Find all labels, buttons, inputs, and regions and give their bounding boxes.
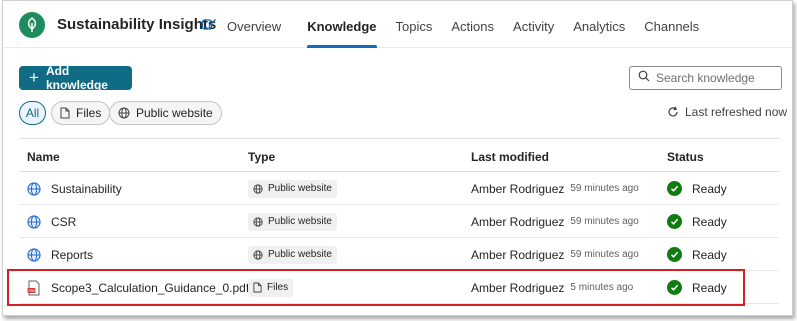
globe-icon — [253, 183, 263, 194]
search-input[interactable] — [656, 71, 776, 85]
name-cell: PDF Scope3_Calculation_Guidance_0.pdf — [27, 271, 249, 304]
filter-public-website-label: Public website — [136, 106, 213, 120]
status-cell: Ready — [667, 271, 727, 304]
globe-icon — [27, 181, 41, 196]
refresh-label: Last refreshed now — [685, 105, 788, 119]
plus-icon: + — [29, 67, 39, 87]
row-name[interactable]: CSR — [51, 215, 76, 229]
column-header-type[interactable]: Type — [248, 150, 275, 164]
row-name[interactable]: Scope3_Calculation_Guidance_0.pdf — [51, 281, 249, 295]
file-icon — [60, 107, 70, 119]
globe-icon — [118, 107, 130, 119]
type-cell: Public website — [248, 205, 337, 238]
name-cell: Sustainability — [27, 172, 122, 205]
svg-text:PDF: PDF — [29, 289, 36, 293]
status-text: Ready — [692, 214, 727, 229]
knowledge-table: Name Type Last modified Status Sustainab… — [19, 138, 779, 304]
add-knowledge-label: Add knowledge — [45, 64, 108, 92]
type-label: Public website — [268, 249, 332, 260]
status-cell: Ready — [667, 205, 727, 238]
tab-analytics[interactable]: Analytics — [573, 1, 625, 48]
checkmark-icon — [667, 280, 682, 295]
type-cell: Files — [248, 271, 294, 304]
tab-topics[interactable]: Topics — [396, 1, 433, 48]
modified-user: Amber Rodriguez — [471, 214, 565, 229]
app-header: Sustainability Insights Overview Knowled… — [3, 1, 792, 48]
checkmark-icon — [667, 181, 682, 196]
type-chip: Public website — [248, 245, 337, 264]
tab-knowledge[interactable]: Knowledge — [307, 1, 377, 48]
search-knowledge-box[interactable] — [629, 66, 782, 90]
globe-icon — [253, 216, 263, 227]
modified-time: 59 minutes ago — [570, 183, 639, 194]
status-text: Ready — [692, 280, 727, 295]
refresh-status[interactable]: Last refreshed now — [667, 105, 787, 119]
file-icon — [253, 282, 262, 293]
type-label: Files — [267, 282, 289, 293]
app-title: Sustainability Insights — [57, 16, 217, 33]
filter-files[interactable]: Files — [51, 101, 111, 125]
refresh-icon — [668, 106, 678, 117]
type-cell: Public website — [248, 172, 337, 205]
type-chip: Files — [248, 278, 294, 297]
filter-all[interactable]: All — [19, 101, 46, 125]
modified-user: Amber Rodriguez — [471, 280, 565, 295]
checkmark-icon — [667, 247, 682, 262]
column-header-status[interactable]: Status — [667, 150, 704, 164]
table-row[interactable]: Sustainability Public website Amber Rodr… — [19, 172, 779, 205]
modified-user: Amber Rodriguez — [471, 181, 565, 196]
type-chip: Public website — [248, 212, 337, 231]
name-cell: CSR — [27, 205, 76, 238]
table-row[interactable]: PDF Scope3_Calculation_Guidance_0.pdf Fi… — [19, 271, 779, 304]
modified-cell: Amber Rodriguez 59 minutes ago — [471, 172, 639, 205]
tab-activity[interactable]: Activity — [513, 1, 554, 48]
column-header-name[interactable]: Name — [27, 150, 60, 164]
filter-public-website[interactable]: Public website — [109, 101, 222, 125]
table-header: Name Type Last modified Status — [19, 138, 779, 172]
row-name[interactable]: Reports — [51, 248, 93, 262]
add-knowledge-button[interactable]: + Add knowledge — [19, 64, 132, 92]
type-chip: Public website — [248, 179, 337, 198]
table-row[interactable]: CSR Public website Amber Rodriguez 59 mi… — [19, 205, 779, 238]
column-header-last-modified[interactable]: Last modified — [471, 150, 549, 164]
type-cell: Public website — [248, 238, 337, 271]
modified-cell: Amber Rodriguez 5 minutes ago — [471, 271, 633, 304]
tab-actions[interactable]: Actions — [451, 1, 494, 48]
type-label: Public website — [268, 216, 332, 227]
status-text: Ready — [692, 247, 727, 262]
pdf-icon: PDF — [27, 280, 41, 295]
search-icon — [638, 69, 650, 87]
modified-time: 59 minutes ago — [570, 249, 639, 260]
app-logo-icon — [19, 12, 45, 38]
modified-user: Amber Rodriguez — [471, 247, 565, 262]
modified-time: 5 minutes ago — [570, 282, 634, 293]
status-cell: Ready — [667, 238, 727, 271]
app-window: Sustainability Insights Overview Knowled… — [2, 0, 793, 316]
tab-overview[interactable]: Overview — [227, 1, 281, 48]
table-row[interactable]: Reports Public website Amber Rodriguez 5… — [19, 238, 779, 271]
edit-agent-icon[interactable] — [201, 16, 217, 32]
tab-channels[interactable]: Channels — [644, 1, 699, 48]
type-label: Public website — [268, 183, 332, 194]
globe-icon — [27, 247, 41, 262]
modified-time: 59 minutes ago — [570, 216, 639, 227]
status-text: Ready — [692, 181, 727, 196]
globe-icon — [253, 249, 263, 260]
modified-cell: Amber Rodriguez 59 minutes ago — [471, 205, 639, 238]
row-name[interactable]: Sustainability — [51, 182, 122, 196]
checkmark-icon — [667, 214, 682, 229]
filter-all-label: All — [25, 106, 40, 120]
nav-tabs: Overview Knowledge Topics Actions Activi… — [227, 1, 699, 48]
modified-cell: Amber Rodriguez 59 minutes ago — [471, 238, 639, 271]
status-cell: Ready — [667, 172, 727, 205]
globe-icon — [27, 214, 41, 229]
name-cell: Reports — [27, 238, 93, 271]
filter-files-label: Files — [76, 106, 102, 120]
